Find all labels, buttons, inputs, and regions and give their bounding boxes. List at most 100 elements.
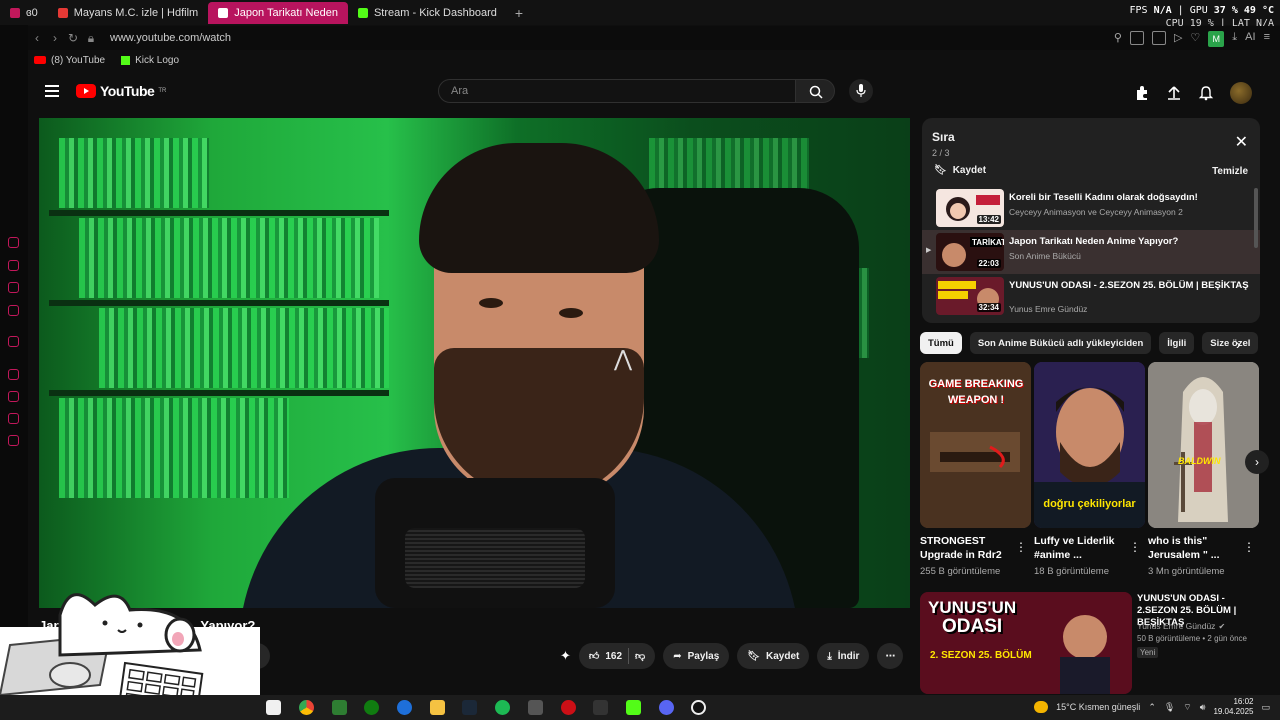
dock-item-icon[interactable] [8, 260, 19, 271]
related-video-thumbnail[interactable]: YUNUS'UN ODASI 2. SEZON 25. BÖLÜM [920, 592, 1132, 694]
save-button[interactable]: 🔖︎ Kaydet [737, 643, 810, 669]
video-player[interactable]: ⋀ [39, 118, 910, 608]
related-video-channel[interactable]: Yunus Emre Gündüz ✔ [1137, 621, 1225, 631]
dock-item-icon[interactable] [8, 435, 19, 446]
chip-all[interactable]: Tümü [920, 332, 962, 354]
download-button[interactable]: ⤓ İndir [817, 643, 870, 669]
ai-icon[interactable]: AI [1245, 31, 1255, 47]
wifi-icon[interactable]: ⌔ [1183, 702, 1191, 713]
discord-icon[interactable] [659, 700, 674, 715]
windows-start-icon[interactable] [266, 700, 281, 715]
dock-item-icon[interactable] [8, 391, 19, 402]
dock-item-icon[interactable] [8, 369, 19, 380]
queue-item[interactable]: 32:34 YUNUS'UN ODASI - 2.SEZON 25. BÖLÜM… [922, 274, 1260, 318]
close-icon[interactable]: ✕ [1235, 132, 1248, 152]
bookmark-icon[interactable]: ⚲ [1114, 31, 1122, 47]
xbox-icon[interactable] [364, 700, 379, 715]
search-input[interactable]: Ara [438, 79, 796, 103]
back-icon[interactable]: ‹ [28, 31, 46, 45]
dock-item-icon[interactable] [8, 336, 19, 347]
bookmark-kick[interactable]: Kick Logo [121, 55, 179, 66]
reload-icon[interactable]: ↻ [64, 31, 82, 45]
volume-icon[interactable]: 🔊︎ [1200, 702, 1206, 713]
tab-favicon-icon [218, 7, 229, 18]
notification-icon[interactable]: ▭ [1261, 702, 1270, 713]
tab-favicon-icon [10, 7, 20, 18]
dock-item-icon[interactable] [8, 282, 19, 293]
short-thumbnail[interactable]: BALDWIN [1148, 362, 1259, 528]
download-icon: ⤓ [827, 650, 832, 662]
queue-item-current[interactable]: ▶ TARİKAT 22:03 Japon Tarikatı Neden Ani… [922, 230, 1260, 274]
queue-clear-button[interactable]: Temizle [1212, 166, 1248, 177]
forward-icon[interactable]: › [46, 31, 64, 45]
dock-item-icon[interactable] [8, 413, 19, 424]
extension-puzzle-icon[interactable] [1134, 85, 1150, 101]
download-icon[interactable]: ⤓ [1232, 31, 1237, 47]
filter-chips: Tümü Son Anime Bükücü adlı yükleyiciden … [920, 332, 1260, 354]
shorts-next-button[interactable]: › [1245, 450, 1269, 474]
spotify-icon[interactable] [495, 700, 510, 715]
queue-save-button[interactable]: 🔖︎ Kaydet [934, 165, 986, 176]
more-vertical-icon[interactable]: ⋮ [1015, 540, 1027, 554]
tab-3[interactable]: Stream - Kick Dashboard [348, 2, 507, 24]
chevron-up-icon[interactable]: ⌃ [1148, 702, 1156, 713]
more-vertical-icon[interactable]: ⋮ [1129, 540, 1141, 554]
more-vertical-icon[interactable]: ⋮ [1243, 540, 1255, 554]
obs-icon[interactable] [691, 700, 706, 715]
app-icon[interactable] [397, 700, 412, 715]
weather-text[interactable]: 15°C Kısmen güneşli [1056, 702, 1140, 712]
microphone-icon[interactable]: 🎙︎ [1164, 702, 1175, 713]
steam-icon[interactable] [462, 700, 477, 715]
chevron-right-icon[interactable]: › [1236, 336, 1241, 352]
heart-icon[interactable]: ♡ [1190, 31, 1200, 47]
chip-for-you[interactable]: Size özel [1202, 332, 1259, 354]
short-thumbnail[interactable]: doğru çekiliyorlar [1034, 362, 1145, 528]
short-title[interactable]: Luffy ve Liderlik #anime ... [1034, 534, 1134, 562]
extension-m-icon[interactable]: M [1208, 31, 1225, 47]
short-thumbnail[interactable]: GAME BREAKING WEAPON ! [920, 362, 1031, 528]
youtube-logo[interactable]: YouTube TR [76, 83, 166, 99]
queue-scrollbar[interactable] [1254, 188, 1258, 248]
app-icon[interactable] [593, 700, 608, 715]
folder-icon[interactable] [430, 700, 445, 715]
clock[interactable]: 16:02 19.04.2025 [1213, 697, 1253, 717]
app-icon[interactable] [332, 700, 347, 715]
chip-from-uploader[interactable]: Son Anime Bükücü adlı yükleyiciden [969, 332, 1152, 354]
like-button[interactable]: 👍︎ 162 [589, 650, 622, 663]
thumbs-down-icon[interactable]: 👎︎ [635, 650, 645, 662]
opera-icon[interactable] [561, 700, 576, 715]
short-overlay-text: doğru çekiliyorlar [1043, 498, 1136, 510]
extension-puzzle-icon[interactable]: ✦ [560, 648, 571, 664]
extension-icon[interactable] [1129, 31, 1144, 45]
tab-2-active[interactable]: Japon Tarikatı Neden [208, 1, 348, 24]
related-video-meta: 50 B görüntüleme • 2 gün önce [1137, 634, 1247, 643]
chrome-icon[interactable] [299, 700, 314, 715]
dock-item-icon[interactable] [8, 305, 19, 316]
kick-icon[interactable] [626, 700, 641, 715]
more-actions-button[interactable]: ⋯ [877, 643, 904, 669]
short-title[interactable]: who is this" Jerusalem " ... [1148, 534, 1248, 562]
tab-1[interactable]: Mayans M.C. izle | Hdfilm [48, 2, 209, 24]
chip-related[interactable]: İlgili [1159, 332, 1195, 354]
new-tab-button[interactable]: + [507, 5, 531, 21]
menu-icon[interactable]: ≡ [1264, 31, 1270, 47]
menu-icon[interactable] [45, 85, 59, 97]
app-icon[interactable] [528, 700, 543, 715]
tab-0[interactable]: ɞ0 [0, 2, 48, 24]
voice-search-button[interactable] [849, 79, 873, 103]
bookmark-youtube[interactable]: (8) YouTube [34, 55, 105, 66]
short-title[interactable]: STRONGEST Upgrade in Rdr2 [920, 534, 1020, 562]
search-button[interactable] [795, 79, 835, 103]
bongo-cat-eye [102, 620, 108, 626]
url-field[interactable]: www.youtube.com/watch [110, 32, 231, 44]
share-button[interactable]: ➦ Paylaş [663, 643, 730, 669]
queue-item[interactable]: 13:42 Koreli bir Teselli Kadını olarak d… [922, 186, 1260, 230]
play-icon[interactable]: ▷ [1174, 31, 1182, 47]
extension-icon[interactable] [1151, 31, 1166, 45]
address-bar: ‹ › ↻ 🔒︎ www.youtube.com/watch ⚲ ▷ ♡ M ⤓… [28, 26, 1280, 50]
upload-icon[interactable] [1166, 85, 1182, 101]
dock-item-icon[interactable] [8, 237, 19, 248]
notifications-bell-icon[interactable] [1198, 85, 1214, 101]
video-actions: ✦ 👍︎ 162 👎︎ ➦ Paylaş 🔖︎ Kaydet ⤓ İndir ⋯ [560, 643, 904, 669]
avatar[interactable] [1230, 82, 1252, 104]
